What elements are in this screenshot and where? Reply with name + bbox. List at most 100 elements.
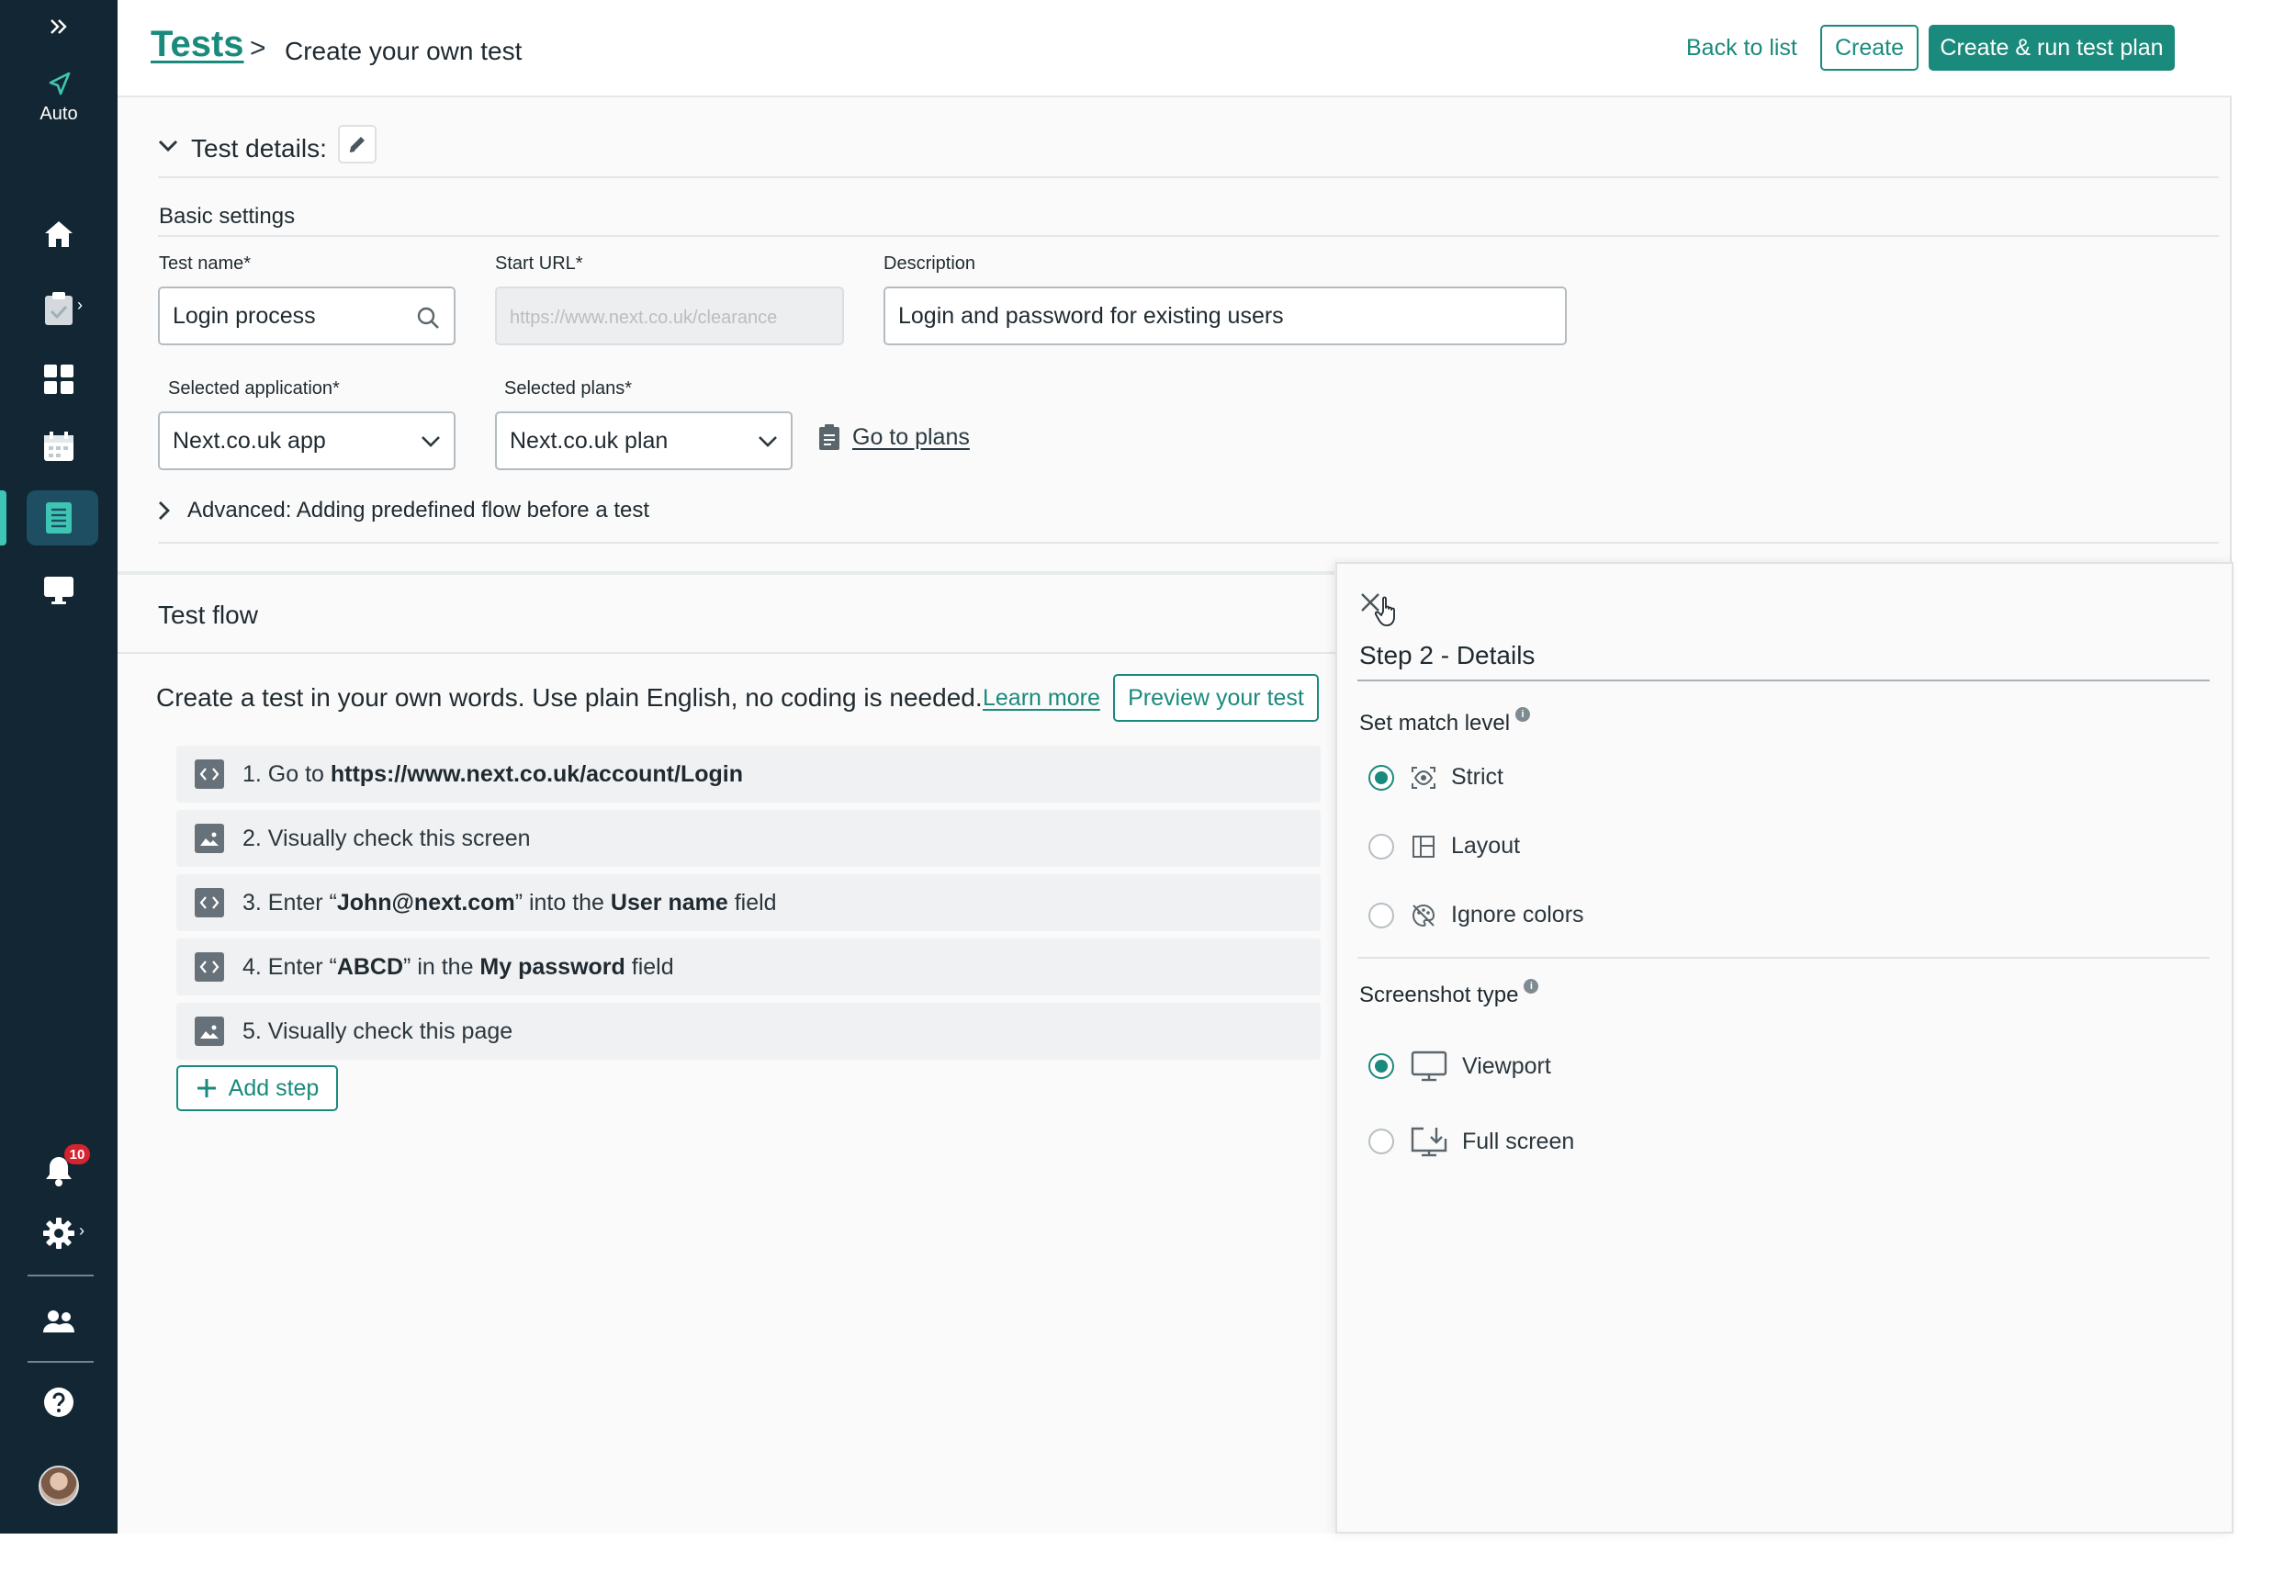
step-text-bold: User name [610,889,728,916]
layout-icon [1412,835,1435,858]
step-text: 2. Visually check this screen [242,826,531,852]
description-field[interactable] [884,287,1567,345]
step-row[interactable]: 2. Visually check this screen [176,810,1321,867]
plus-icon [197,1079,216,1097]
sidebar-divider [28,1361,94,1363]
plans-value: Next.co.uk plan [510,427,669,454]
step-text-bold: https://www.next.co.uk/account/Login [330,760,743,787]
sidebar-item-help[interactable] [0,1379,118,1425]
basic-settings-heading: Basic settings [159,204,296,229]
clipboard-icon [819,424,839,450]
step-text-part: 4. Enter “ [242,953,337,980]
preview-test-button[interactable]: Preview your test [1113,674,1319,722]
layout-radio[interactable] [1368,833,1394,860]
test-name-label: Test name* [159,253,252,274]
step-text-part: ” in the [403,953,480,980]
sidebar-item-calendar[interactable] [0,424,118,470]
monitor-icon [1411,1051,1447,1082]
strict-radio[interactable] [1368,764,1394,791]
home-icon [45,221,73,247]
info-icon[interactable]: i [1515,707,1531,722]
breadcrumb-tests-link[interactable]: Tests [151,24,244,65]
chevron-right-icon: › [79,1221,84,1240]
fullscreen-download-icon [1411,1127,1447,1157]
match-level-heading: Set match level i [1359,707,1531,736]
viewport-label: Viewport [1462,1052,1551,1079]
test-name-input[interactable] [173,302,454,330]
users-icon [43,1310,74,1332]
sidebar-item-tests[interactable] [0,495,118,541]
step-row[interactable]: 4. Enter “ABCD” in the My password field [176,938,1321,995]
create-and-run-button[interactable]: Create & run test plan [1929,25,2175,71]
monitor-icon [44,577,73,604]
edit-details-button[interactable] [338,125,377,163]
go-to-plans-link[interactable]: Go to plans [817,423,970,451]
step-text-part: 1. Go to [242,760,331,787]
expand-sidebar-button[interactable] [0,13,118,40]
step-text-part: 5. Visually check this page [242,1017,513,1044]
advanced-flow-label: Advanced: Adding predefined flow before … [187,498,650,523]
expand-icon [51,19,67,34]
sidebar-item-settings[interactable]: › [0,1210,118,1256]
test-flow-title: Test flow [158,601,258,629]
collapse-details-toggle[interactable] [158,140,178,157]
info-icon[interactable]: i [1524,979,1539,994]
calendar-icon [44,432,73,461]
divider [158,542,2219,544]
code-icon [195,759,224,789]
section-separator [118,571,1334,575]
chevron-down-icon [422,436,440,447]
step-row[interactable]: 5. Visually check this page [176,1003,1321,1060]
ignore-colors-radio[interactable] [1368,902,1394,928]
match-option-strict[interactable]: Strict [1368,764,1503,791]
match-option-ignore-colors[interactable]: Ignore colors [1368,902,1584,928]
divider [1357,957,2210,959]
viewport-radio[interactable] [1368,1053,1394,1079]
auto-logo[interactable]: Auto [0,66,118,129]
sidebar-item-devices[interactable] [0,568,118,613]
screenshot-option-full-screen[interactable]: Full screen [1368,1126,1574,1157]
hand-cursor-icon [1375,596,1395,626]
step-text-part: 2. Visually check this screen [242,825,531,851]
sidebar-item-users[interactable] [0,1298,118,1344]
pencil-icon [349,137,365,152]
notification-badge: 10 [64,1144,90,1164]
create-button[interactable]: Create [1820,25,1919,71]
application-label: Selected application* [168,378,340,399]
step-text-part: 3. Enter “ [242,889,337,916]
gear-icon [43,1218,74,1249]
sidebar-item-notifications[interactable] [0,1148,118,1194]
sidebar-item-home[interactable] [0,211,118,257]
avatar[interactable] [39,1466,79,1506]
image-icon [195,824,224,853]
description-input[interactable] [898,302,1565,330]
screenshot-type-heading: Screenshot type i [1359,979,1539,1008]
full-screen-radio[interactable] [1368,1129,1394,1154]
test-flow-intro: Create a test in your own words. Use pla… [156,683,983,712]
sidebar-item-dashboard[interactable] [0,356,118,402]
step-row[interactable]: 3. Enter “John@next.com” into the User n… [176,874,1321,931]
advanced-flow-toggle[interactable]: Advanced: Adding predefined flow before … [158,498,649,523]
test-name-field[interactable] [158,287,456,345]
screenshot-option-viewport[interactable]: Viewport [1368,1051,1551,1082]
match-option-layout[interactable]: Layout [1368,833,1520,860]
back-to-list-link[interactable]: Back to list [1686,35,1797,62]
divider [158,176,2219,178]
step-text-bold: ABCD [336,953,404,980]
step-row[interactable]: 1. Go to https://www.next.co.uk/account/… [176,746,1321,803]
palette-off-icon [1412,904,1435,927]
application-select[interactable]: Next.co.uk app [158,411,456,470]
help-icon [44,1388,73,1417]
start-url-label: Start URL* [495,253,583,274]
add-step-button[interactable]: Add step [176,1065,338,1111]
search-icon [417,307,439,329]
sidebar-item-tasks[interactable]: › [0,283,118,334]
test-details-title: Test details: [191,134,327,163]
learn-more-link[interactable]: Learn more [983,685,1100,712]
step-text: 4. Enter “ABCD” in the My password field [242,954,674,981]
panel-title: Step 2 - Details [1359,641,1536,669]
chevron-down-icon [158,140,178,152]
plans-select[interactable]: Next.co.uk plan [495,411,793,470]
add-step-label: Add step [228,1074,320,1101]
sidebar: Auto › 10 › [0,0,118,1534]
